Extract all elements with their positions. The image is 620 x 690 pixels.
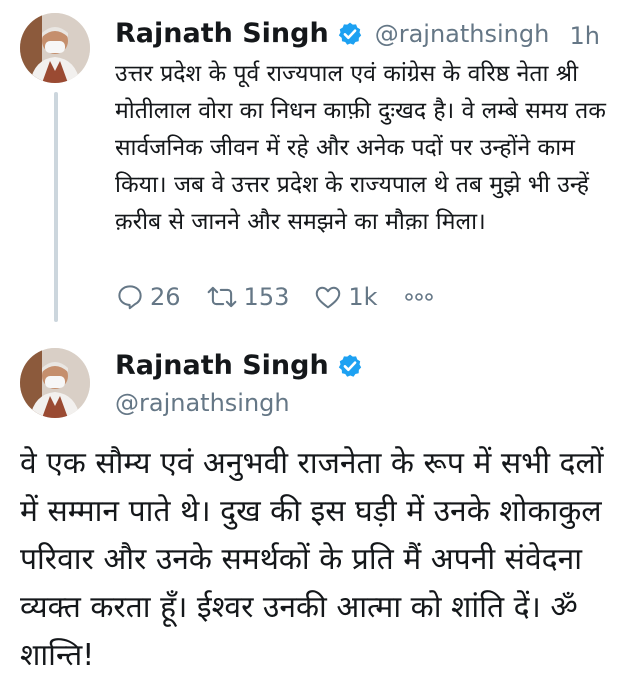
author-handle[interactable]: @rajnathsingh — [115, 389, 290, 417]
retweet-icon — [207, 286, 236, 308]
like-count: 1k — [348, 283, 378, 311]
tweet-header: Rajnath Singh — [115, 350, 363, 381]
reply-count: 26 — [150, 283, 181, 311]
tweet-text: उत्तर प्रदेश के पूर्व राज्यपाल एवं कांग्… — [115, 61, 606, 235]
tweet-text: वे एक सौम्य एवं अनुभवी राजनेता के रूप मे… — [20, 446, 604, 673]
retweet-count: 153 — [243, 283, 290, 311]
timestamp[interactable]: 1h — [570, 22, 600, 50]
author-name[interactable]: Rajnath Singh — [115, 18, 329, 49]
thread-line — [54, 92, 58, 322]
like-button[interactable]: 1k — [313, 282, 378, 312]
reply-icon — [118, 285, 142, 310]
avatar[interactable] — [20, 13, 90, 83]
like-icon — [316, 286, 341, 309]
tweet-header: Rajnath Singh @rajnathsingh — [115, 18, 549, 49]
tweet-handle-row: @rajnathsingh — [115, 389, 290, 417]
verified-badge-icon — [337, 353, 363, 379]
more-icon — [404, 293, 433, 301]
tweet-actions: 26 153 1k — [115, 282, 460, 312]
avatar[interactable] — [20, 348, 90, 418]
retweet-button[interactable]: 153 — [205, 282, 290, 312]
more-options-button[interactable] — [402, 282, 436, 312]
author-name[interactable]: Rajnath Singh — [115, 350, 329, 381]
verified-badge-icon — [337, 21, 363, 47]
reply-button[interactable]: 26 — [115, 282, 181, 312]
author-handle[interactable]: @rajnathsingh — [375, 20, 550, 48]
